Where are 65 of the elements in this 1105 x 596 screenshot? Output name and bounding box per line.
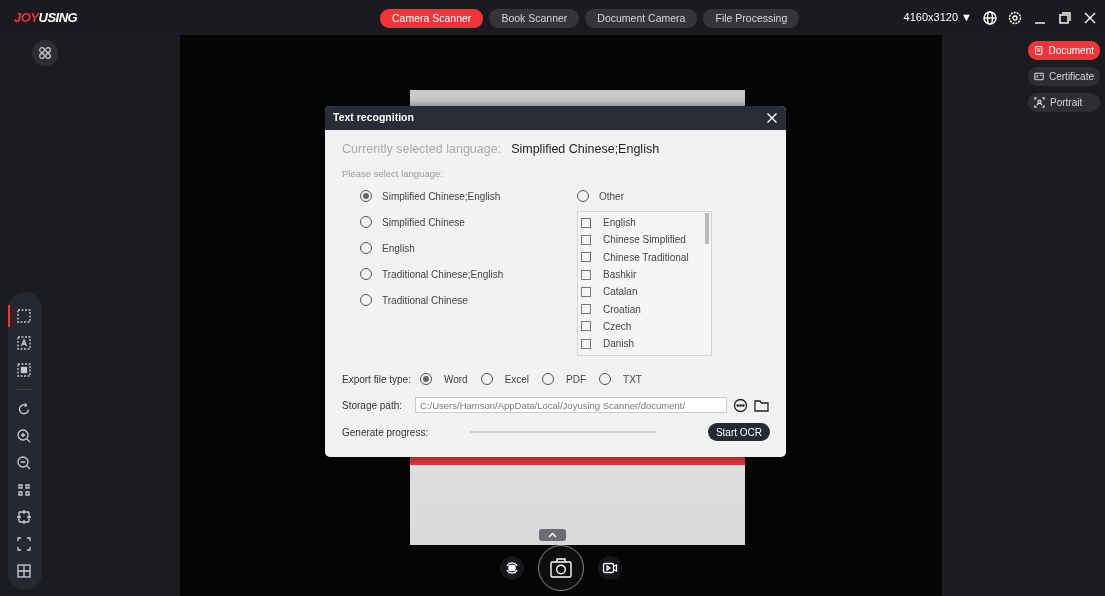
globe-icon[interactable] (983, 10, 997, 25)
close-icon[interactable] (766, 112, 778, 124)
language-list-item[interactable]: Czech (581, 317, 632, 336)
language-option[interactable]: Simplified Chinese (360, 215, 577, 229)
scan-mode-button[interactable]: Certificate (1028, 67, 1100, 86)
apps-icon (38, 46, 52, 60)
mode-tab[interactable]: Camera Scanner (380, 9, 484, 28)
language-option[interactable]: Simplified Chinese;English (360, 189, 577, 203)
checkbox[interactable] (581, 252, 591, 263)
checkbox[interactable] (581, 286, 591, 297)
current-language-value: Simplified Chinese;English (511, 142, 660, 156)
checkbox[interactable] (581, 234, 591, 245)
id-card-icon (1034, 71, 1044, 82)
settings-icon[interactable] (1008, 10, 1022, 25)
capture-button[interactable] (538, 545, 584, 591)
language-list-item[interactable]: Bashkir (581, 265, 637, 284)
mode-tab[interactable]: File Processing (703, 9, 800, 28)
switch-camera-icon (504, 560, 520, 576)
storage-path-field[interactable]: C:/Users/Hamson/AppData/Local/Joyusing Scanner/document/ (415, 397, 727, 413)
restore-icon[interactable] (1058, 10, 1072, 25)
language-list-item[interactable]: Chinese Simplified (581, 231, 686, 249)
progress-label: Generate progress: (342, 425, 429, 440)
apps-button[interactable] (32, 40, 58, 66)
folder-icon[interactable] (754, 398, 769, 412)
dialog-title: Text recognition (333, 110, 414, 126)
portrait-icon (1034, 97, 1045, 108)
file-type-option[interactable]: TXT (599, 372, 642, 386)
expand-button[interactable] (539, 529, 566, 541)
document-icon (1034, 45, 1044, 56)
file-type-option[interactable]: Word (419, 372, 468, 386)
storage-path-label: Storage path: (342, 398, 403, 413)
language-option[interactable]: Traditional Chinese (360, 293, 577, 307)
scrollbar-thumb[interactable] (705, 213, 709, 244)
checkbox[interactable] (581, 304, 591, 315)
checkbox[interactable] (581, 217, 591, 228)
camera-icon (549, 557, 573, 579)
language-list-item[interactable]: English (581, 214, 636, 232)
language-option[interactable]: English (360, 241, 577, 255)
checkbox[interactable] (581, 338, 591, 349)
file-type-option[interactable]: PDF (542, 372, 587, 386)
file-type-option[interactable]: Excel (480, 372, 530, 386)
language-list-item[interactable]: Catalan (581, 283, 638, 301)
resolution-dropdown[interactable]: 4160x3120 ▼ (903, 9, 972, 26)
close-icon[interactable] (1083, 10, 1097, 25)
more-icon[interactable] (733, 397, 748, 413)
language-option[interactable]: Other (577, 189, 624, 203)
mode-tab[interactable]: Document Camera (585, 9, 698, 28)
current-language-label: Currently selected language: (342, 142, 502, 156)
checkbox[interactable] (581, 269, 591, 280)
scan-mode-button[interactable]: Document (1028, 41, 1100, 60)
export-type-label: Export file type: (342, 372, 411, 387)
language-list-item[interactable]: Chinese Traditional (581, 248, 689, 266)
select-language-prompt: Please select language: (342, 166, 444, 181)
language-list-item[interactable]: Danish (581, 335, 635, 353)
video-record-button[interactable] (598, 556, 622, 580)
start-ocr-button[interactable]: Start OCR (707, 423, 770, 441)
checkbox[interactable] (581, 321, 591, 332)
video-camera-icon (602, 560, 618, 576)
language-list-item[interactable]: Croatian (581, 300, 641, 318)
switch-camera-button[interactable] (500, 556, 524, 580)
app-logo: JOYUSING (14, 8, 78, 27)
mode-tab[interactable]: Book Scanner (489, 9, 580, 28)
scan-mode-button[interactable]: Portrait (1028, 93, 1100, 112)
language-option[interactable]: Traditional Chinese;English (360, 267, 577, 281)
chevron-up-icon (548, 532, 557, 538)
